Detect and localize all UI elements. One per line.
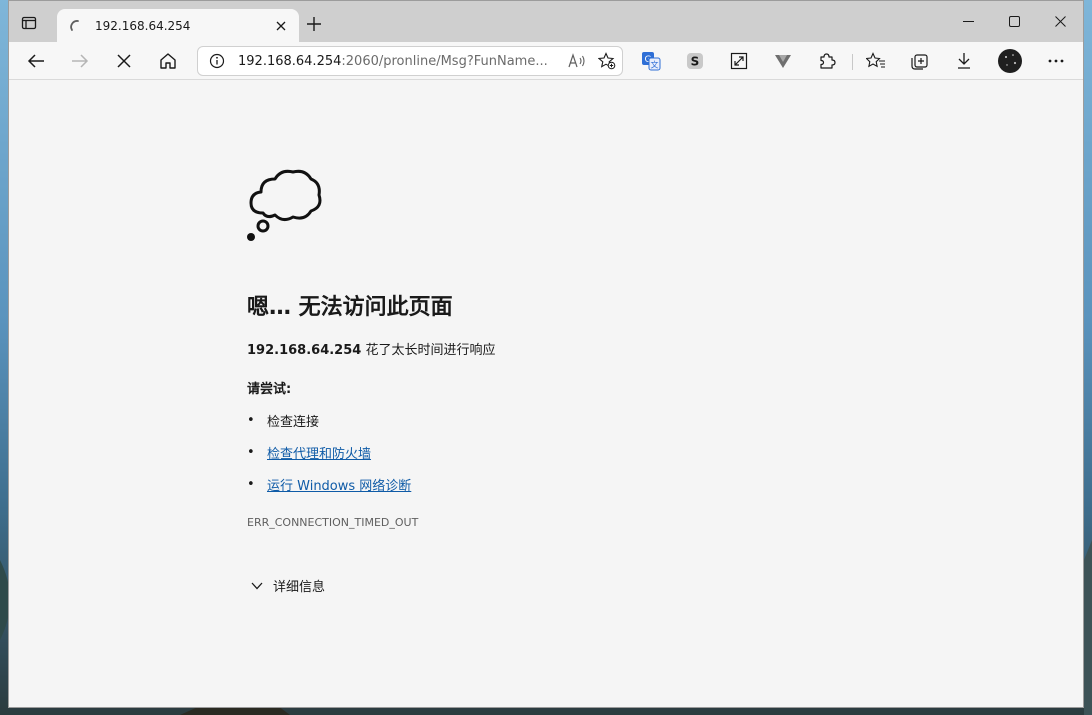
back-arrow-icon[interactable] (21, 46, 51, 76)
title-bar: 192.168.64.254 (9, 1, 1083, 42)
address-bar[interactable]: 192.168.64.254:2060/pronline/Msg?FunName… (197, 46, 623, 76)
home-icon[interactable] (153, 46, 183, 76)
spinner-icon (70, 19, 79, 31)
browser-window: 192.168.64.254 192.168.64.254:2060/pronl… (8, 0, 1084, 708)
add-favorite-icon[interactable] (592, 47, 622, 75)
more-icon[interactable] (1041, 46, 1071, 76)
read-aloud-icon[interactable] (562, 47, 592, 75)
error-page: 嗯… 无法访问此页面 192.168.64.254 花了太长时间进行响应 请尝试… (9, 81, 1083, 707)
minimize-icon[interactable] (945, 1, 991, 42)
browser-toolbar: 192.168.64.254:2060/pronline/Msg?FunName… (9, 42, 1083, 80)
suggestion-check-connection: 检查连接 (267, 415, 320, 430)
error-host: 192.168.64.254 (247, 343, 362, 358)
new-tab-plus-icon[interactable] (303, 13, 325, 35)
forward-arrow-icon[interactable] (65, 46, 95, 76)
try-label: 请尝试: (247, 382, 292, 397)
favorites-icon[interactable] (861, 46, 891, 76)
details-label: 详细信息 (273, 580, 326, 595)
info-icon[interactable] (202, 47, 232, 75)
bullet: • (247, 477, 255, 492)
s-extension-icon[interactable]: S (680, 46, 710, 76)
error-title: 嗯… 无法访问此页面 (247, 295, 453, 320)
expand-icon[interactable] (724, 46, 754, 76)
tab-actions-icon[interactable] (21, 15, 37, 31)
suggestion-check-proxy-firewall-link[interactable]: 检查代理和防火墙 (267, 443, 371, 462)
error-description: 192.168.64.254 花了太长时间进行响应 (247, 339, 495, 358)
url-text[interactable]: 192.168.64.254:2060/pronline/Msg?FunName… (238, 54, 562, 69)
collections-icon[interactable] (905, 46, 935, 76)
puzzle-icon[interactable] (812, 46, 842, 76)
profile-avatar[interactable] (995, 46, 1025, 76)
v-extension-icon[interactable] (768, 46, 798, 76)
thought-cloud-icon (247, 169, 322, 241)
suggestion-network-diagnostics-link[interactable]: 运行 Windows 网络诊断 (267, 475, 411, 494)
details-toggle[interactable]: 详细信息 (249, 576, 325, 595)
svg-text:文: 文 (651, 60, 659, 70)
url-path: :2060/pronline/Msg?FunName... (341, 53, 548, 69)
tab-title: 192.168.64.254 (95, 18, 191, 33)
bullet: • (247, 445, 255, 460)
download-icon[interactable] (949, 46, 979, 76)
bullet: • (247, 413, 255, 428)
window-controls (945, 1, 1083, 42)
maximize-icon[interactable] (991, 1, 1037, 42)
stop-icon[interactable] (109, 46, 139, 76)
url-host: 192.168.64.254 (238, 53, 342, 69)
browser-tab[interactable]: 192.168.64.254 (57, 9, 299, 42)
window-close-icon[interactable] (1037, 1, 1083, 42)
error-message: 花了太长时间进行响应 (361, 343, 496, 358)
suggestion-item: • 检查代理和防火墙 (247, 443, 371, 462)
chevron-down-icon (249, 578, 265, 594)
tab-close-icon[interactable] (269, 14, 293, 38)
translate-icon[interactable]: G文 (636, 46, 666, 76)
error-code: ERR_CONNECTION_TIMED_OUT (247, 516, 419, 529)
svg-text:S: S (691, 55, 700, 69)
suggestion-item: • 检查连接 (247, 411, 319, 430)
suggestion-item: • 运行 Windows 网络诊断 (247, 475, 411, 494)
toolbar-separator (852, 54, 853, 70)
